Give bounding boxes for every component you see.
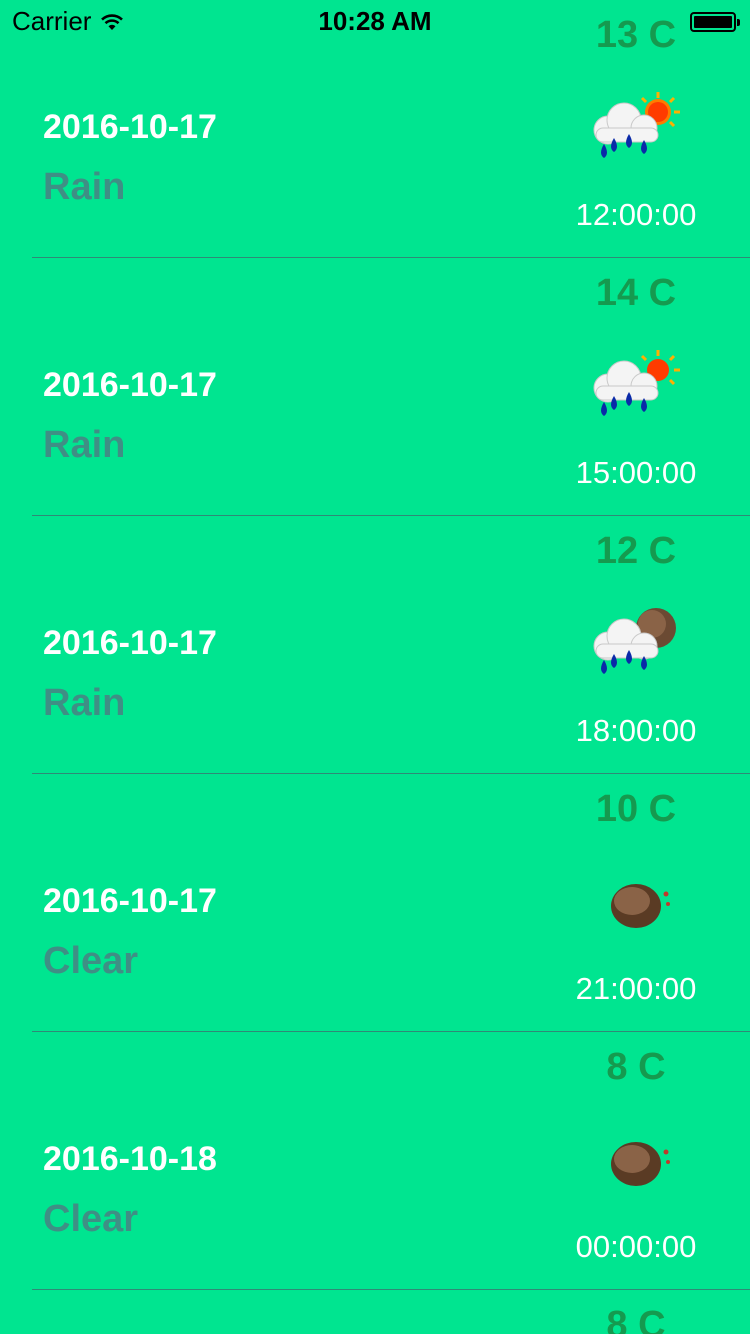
temperature-label: 12 C [595,530,677,572]
forecast-row[interactable]: 10 C 2016-10-17 Clear 21:00:00 [0,774,750,1032]
temperature-label: 8 C [606,1046,666,1088]
condition-label: Rain [43,166,126,208]
date-label: 2016-10-17 [43,624,217,662]
time-label: 18:00:00 [575,713,697,748]
date-label: 2016-10-17 [43,366,217,404]
moon-icon [611,1142,670,1186]
date-label: 2016-10-17 [43,882,217,920]
temperature-label: 10 C [595,788,677,830]
forecast-row[interactable]: 12 C 2016-10-17 Rain 18:00:00 [0,516,750,774]
time-label: 21:00:00 [575,971,697,1006]
date-label: 2016-10-18 [43,1140,217,1178]
status-time: 10:28 AM [318,6,432,36]
condition-label: Clear [43,940,139,982]
status-bar: Carrier 10:28 AM [0,0,750,40]
time-label: 00:00:00 [575,1229,697,1264]
battery-icon [690,12,740,32]
forecast-row[interactable]: 8 C 2016-10-18 Clear 00:00:00 [0,1032,750,1290]
rain-sun-icon [593,350,680,416]
time-label: 12:00:00 [575,197,697,232]
condition-label: Rain [43,424,126,466]
forecast-row[interactable]: 8 C [0,1290,750,1334]
condition-label: Clear [43,1198,139,1240]
time-label: 15:00:00 [575,455,697,490]
rain-moon-icon [593,608,676,674]
temperature-label: 8 C [606,1304,666,1334]
date-label: 2016-10-17 [43,108,217,146]
forecast-row[interactable]: 14 C 2016-10-17 Rain 15:00:00 [0,258,750,516]
condition-label: Rain [43,682,126,724]
moon-icon [611,884,670,928]
forecast-list[interactable]: 13 C 2016-10-17 Rain 12:00:00 14 C 2016-… [0,0,750,1334]
rain-sun-icon [593,92,680,158]
temperature-label: 14 C [595,272,677,314]
